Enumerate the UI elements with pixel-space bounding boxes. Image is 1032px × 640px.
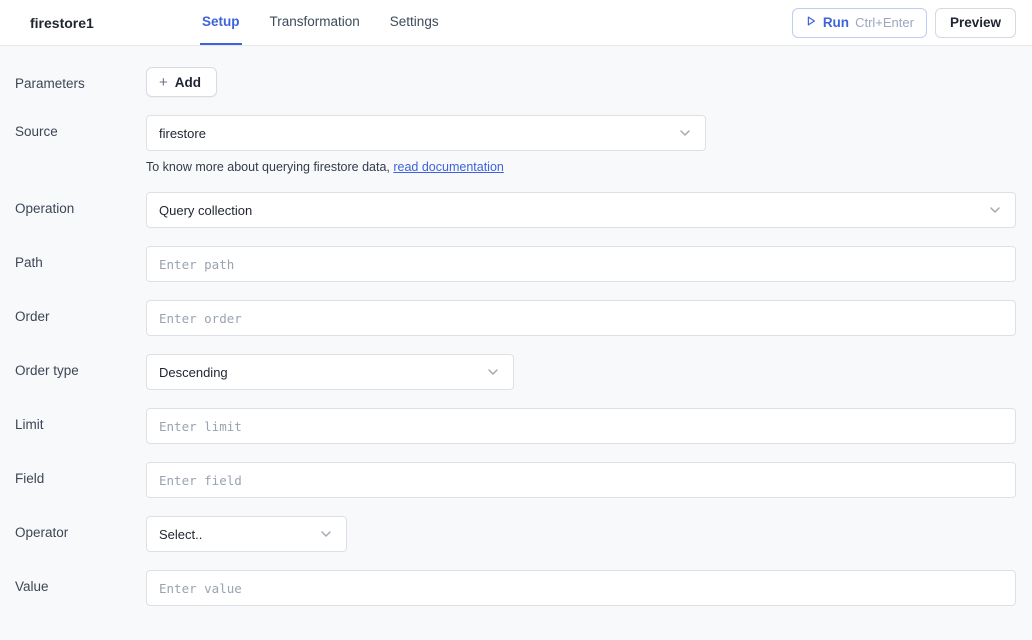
limit-input[interactable] <box>146 408 1016 444</box>
parameters-row: Parameters + Add <box>15 67 1016 97</box>
order-type-select[interactable]: Descending <box>146 354 514 390</box>
operator-label: Operator <box>15 516 146 552</box>
add-parameter-button[interactable]: + Add <box>146 67 217 97</box>
order-type-row: Order type Descending <box>15 354 1016 390</box>
preview-button[interactable]: Preview <box>935 8 1016 38</box>
field-label: Field <box>15 462 146 498</box>
add-parameter-label: Add <box>175 75 201 90</box>
tab-transformation[interactable]: Transformation <box>268 0 362 45</box>
limit-row: Limit <box>15 408 1016 444</box>
parameters-label: Parameters <box>15 67 146 97</box>
operator-row: Operator Select.. <box>15 516 1016 552</box>
plus-icon: + <box>159 75 168 90</box>
read-documentation-link[interactable]: read documentation <box>393 160 504 174</box>
source-select[interactable]: firestore <box>146 115 706 151</box>
tab-setup[interactable]: Setup <box>200 0 242 45</box>
operation-row: Operation Query collection <box>15 192 1016 228</box>
operation-select[interactable]: Query collection <box>146 192 1016 228</box>
operation-label: Operation <box>15 192 146 228</box>
query-setup-form: Parameters + Add Source firestore To kno… <box>0 46 1032 640</box>
source-helper-text: To know more about querying firestore da… <box>146 160 1016 174</box>
path-input[interactable] <box>146 246 1016 282</box>
value-row: Value <box>15 570 1016 606</box>
path-row: Path <box>15 246 1016 282</box>
run-button[interactable]: Run Ctrl+Enter <box>792 8 927 38</box>
play-icon <box>805 15 817 30</box>
order-type-label: Order type <box>15 354 146 390</box>
field-row: Field <box>15 462 1016 498</box>
tab-settings[interactable]: Settings <box>388 0 441 45</box>
header-actions: Run Ctrl+Enter Preview <box>792 8 1016 38</box>
chevron-down-icon <box>677 125 693 141</box>
operator-select[interactable]: Select.. <box>146 516 347 552</box>
chevron-down-icon <box>485 364 501 380</box>
run-button-label: Run <box>823 15 849 30</box>
source-select-value: firestore <box>159 126 206 141</box>
query-editor-header: firestore1 Setup Transformation Settings… <box>0 0 1032 46</box>
field-input[interactable] <box>146 462 1016 498</box>
source-row: Source firestore To know more about quer… <box>15 115 1016 174</box>
source-label: Source <box>15 115 146 174</box>
run-button-shortcut: Ctrl+Enter <box>855 15 914 30</box>
tab-bar: Setup Transformation Settings <box>200 0 441 45</box>
query-title: firestore1 <box>30 15 200 31</box>
order-label: Order <box>15 300 146 336</box>
chevron-down-icon <box>318 526 334 542</box>
value-input[interactable] <box>146 570 1016 606</box>
operator-select-value: Select.. <box>159 527 202 542</box>
operation-select-value: Query collection <box>159 203 252 218</box>
limit-label: Limit <box>15 408 146 444</box>
path-label: Path <box>15 246 146 282</box>
order-input[interactable] <box>146 300 1016 336</box>
chevron-down-icon <box>987 202 1003 218</box>
value-label: Value <box>15 570 146 606</box>
order-type-select-value: Descending <box>159 365 228 380</box>
order-row: Order <box>15 300 1016 336</box>
source-helper-prefix: To know more about querying firestore da… <box>146 160 393 174</box>
